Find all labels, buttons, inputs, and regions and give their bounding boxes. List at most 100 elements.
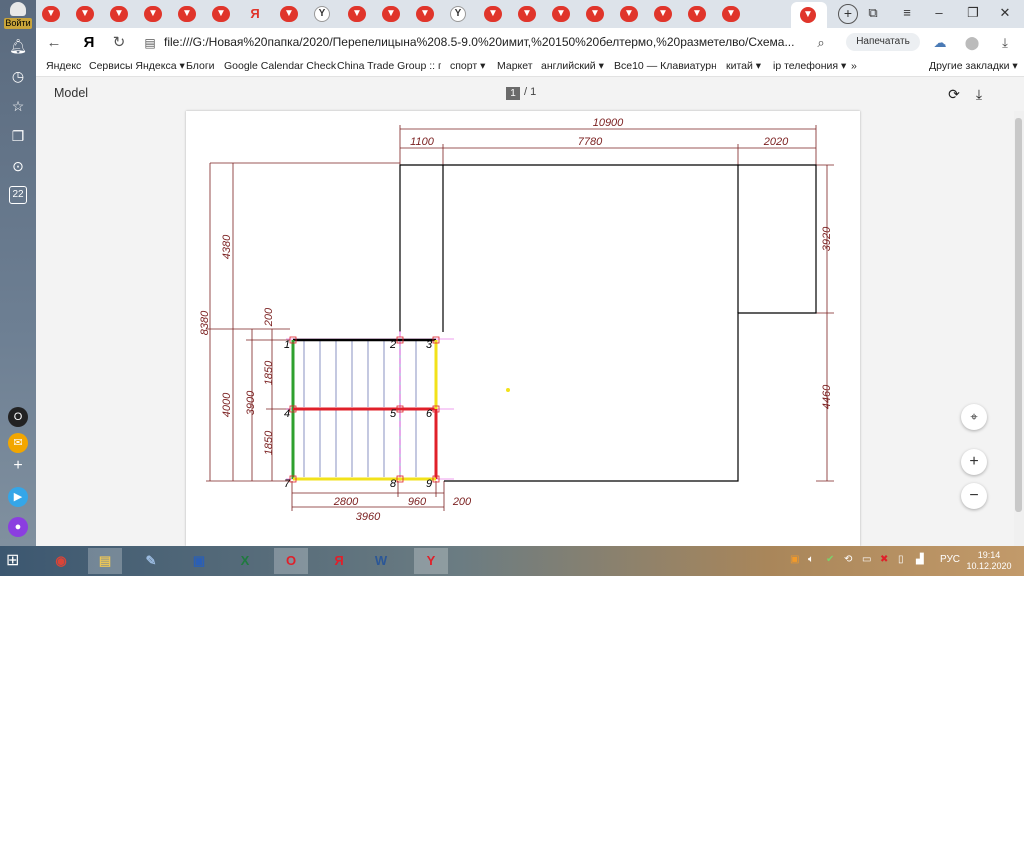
calendar-icon[interactable]: 22 [9, 186, 27, 204]
download-icon[interactable]: ⤓ [996, 34, 1014, 52]
bookmark-item[interactable]: английский ▾ [541, 60, 604, 72]
play-icon[interactable]: ⊙ [8, 156, 28, 176]
explorer-taskbar-icon[interactable]: ▤ [88, 548, 122, 574]
system-clock[interactable]: 19:14 10.12.2020 [966, 550, 1012, 572]
point-label: 4 [284, 408, 290, 420]
pdf-tab-icon[interactable]: ▼ [654, 6, 672, 22]
bell-icon[interactable]: 🔔︎ [8, 36, 28, 56]
pdf-tab-icon[interactable]: ▼ [178, 6, 196, 22]
restore-icon[interactable]: ❐ [962, 4, 984, 22]
bookmark-item[interactable]: Маркет [497, 60, 533, 72]
pdf-tab-icon[interactable]: ▼ [42, 6, 60, 22]
bookmark-item[interactable]: спорт ▾ [450, 60, 485, 72]
bookmark-item[interactable]: Блоги [186, 60, 215, 72]
pdf-tab-icon[interactable]: ▼ [722, 6, 740, 22]
scrollbar-thumb[interactable] [1015, 118, 1022, 512]
pdf-tab-icon[interactable]: ▼ [586, 6, 604, 22]
pdf-tab-icon[interactable]: ▼ [518, 6, 536, 22]
pdf-tab-icon[interactable]: ▼ [382, 6, 400, 22]
pdf-tab-icon[interactable]: ▼ [620, 6, 638, 22]
pdf-tab-icon[interactable]: ▼ [484, 6, 502, 22]
tray-app-icon[interactable]: ▣ [790, 554, 799, 565]
mail-app-icon[interactable]: ✉ [8, 433, 28, 453]
screen: Войти 🔔︎ ◷ ☆ ❐ ⊙ 22 О ✉ + ▶ ● ▼ ▼ ▼ ▼ ▼ ▼ Я ▼ Y ▼… [0, 0, 1024, 576]
zoom-in-icon[interactable]: + [961, 449, 987, 475]
tray-alert-icon[interactable]: ✖ [880, 554, 888, 565]
reload-icon[interactable]: ↻ [109, 34, 129, 52]
download-pdf-icon[interactable]: ⤓ [970, 85, 988, 103]
volume-icon[interactable]: 🔈︎ [808, 554, 814, 565]
yandex-tab-icon[interactable]: Я [246, 6, 264, 22]
active-tab[interactable]: ▼ [791, 2, 827, 28]
monitor-taskbar-icon[interactable]: ▣ [182, 548, 216, 574]
close-icon[interactable]: ✕ [994, 4, 1016, 22]
protect-icon[interactable]: ⬤ [963, 34, 981, 52]
dim-left-inner: 3900 [245, 390, 257, 415]
bookmark-item[interactable]: China Trade Group :: пс [337, 60, 441, 72]
star-icon[interactable]: ☆ [8, 96, 28, 116]
search-icon[interactable]: ⌕ [812, 34, 830, 52]
minimize-icon[interactable]: – [928, 4, 950, 22]
page-number-input[interactable]: 1 [506, 87, 520, 100]
point-label: 3 [426, 339, 433, 351]
bookmark-item[interactable]: китай ▾ [726, 60, 761, 72]
tray-battery-icon[interactable]: ▯ [898, 554, 904, 565]
bookmark-item[interactable]: Яндекс [46, 60, 81, 72]
fit-page-icon[interactable]: ⌖ [961, 404, 987, 430]
new-tab-button[interactable]: + [838, 4, 858, 24]
bookmark-item[interactable]: Google Calendar Check [224, 60, 336, 72]
pdf-tab-icon[interactable]: ▼ [416, 6, 434, 22]
alice-voice-icon[interactable]: ● [8, 517, 28, 537]
paint-taskbar-icon[interactable]: ✎ [134, 548, 168, 574]
pdf-tab-icon[interactable]: ▼ [688, 6, 706, 22]
pdf-tab-icon[interactable]: ▼ [76, 6, 94, 22]
cloud-icon[interactable]: ☁ [931, 34, 949, 52]
dim-bottom-total: 3960 [356, 511, 381, 523]
yandex-logo-icon[interactable]: Я [79, 34, 99, 52]
yandex-browser-tab-icon[interactable]: Y [314, 6, 330, 22]
menu-icon[interactable]: ≡ [896, 4, 918, 22]
messenger-app-icon[interactable]: ▶ [8, 487, 28, 507]
rotate-icon[interactable]: ⟳ [945, 85, 963, 103]
point-label: 2 [389, 339, 396, 351]
chrome-taskbar-icon[interactable]: ◉ [44, 548, 78, 574]
windows-start-icon[interactable]: ⊞ [6, 552, 26, 570]
bookmarks-more-button[interactable]: » [851, 60, 857, 72]
alice-app-icon[interactable]: О [8, 407, 28, 427]
dim-bottom-seg3: 200 [452, 496, 472, 508]
other-bookmarks-button[interactable]: Другие закладки ▾ [929, 60, 1018, 72]
language-indicator[interactable]: РУС [940, 554, 960, 565]
back-icon[interactable]: ← [44, 34, 64, 52]
login-button[interactable]: Войти [4, 2, 32, 30]
clock-time: 19:14 [977, 550, 1001, 560]
pdf-tab-icon[interactable]: ▼ [212, 6, 230, 22]
pdf-tab-icon[interactable]: ▼ [348, 6, 366, 22]
opera-taskbar-icon[interactable]: O [274, 548, 308, 574]
pdf-tab-icon[interactable]: ▼ [552, 6, 570, 22]
pdf-tab-icon[interactable]: ▼ [144, 6, 162, 22]
tab-manager-icon[interactable]: ⧉ [862, 4, 884, 22]
tray-usb-icon[interactable]: ▭ [862, 554, 871, 565]
yandex-browser-tab-icon[interactable]: Y [450, 6, 466, 22]
windows-taskbar: ⊞ ◉ ▤ ✎ ▣ X O Я W Y ▣ 🔈︎ ✔ ⟲ ▭ ✖ ▯ ▟ РУС 19:14 1… [0, 546, 1024, 576]
bookmark-item[interactable]: Сервисы Яндекса ▾ [89, 60, 185, 72]
bookmark-item[interactable]: Все10 — Клавиатурнь [614, 60, 716, 72]
tray-sync-icon[interactable]: ⟲ [844, 554, 852, 565]
pdf-tab-icon[interactable]: ▼ [280, 6, 298, 22]
print-button[interactable]: Напечатать [846, 33, 920, 51]
point-label: 6 [426, 408, 433, 420]
yandex-browser-taskbar-icon[interactable]: Y [414, 548, 448, 574]
tray-security-icon[interactable]: ✔ [826, 554, 834, 565]
bookmark-item[interactable]: ip телефония ▾ [773, 60, 846, 72]
word-taskbar-icon[interactable]: W [364, 548, 398, 574]
point-label: 1 [284, 339, 290, 351]
collections-icon[interactable]: ❐ [8, 126, 28, 146]
excel-taskbar-icon[interactable]: X [228, 548, 262, 574]
url-field[interactable]: file:///G:/Новая%20папка/2020/Перепелицы… [164, 35, 794, 49]
yandex-taskbar-icon[interactable]: Я [322, 548, 356, 574]
zoom-out-icon[interactable]: − [961, 483, 987, 509]
network-icon[interactable]: ▟ [916, 554, 924, 565]
add-app-icon[interactable]: + [8, 456, 28, 476]
clock-icon[interactable]: ◷ [8, 66, 28, 86]
pdf-tab-icon[interactable]: ▼ [110, 6, 128, 22]
